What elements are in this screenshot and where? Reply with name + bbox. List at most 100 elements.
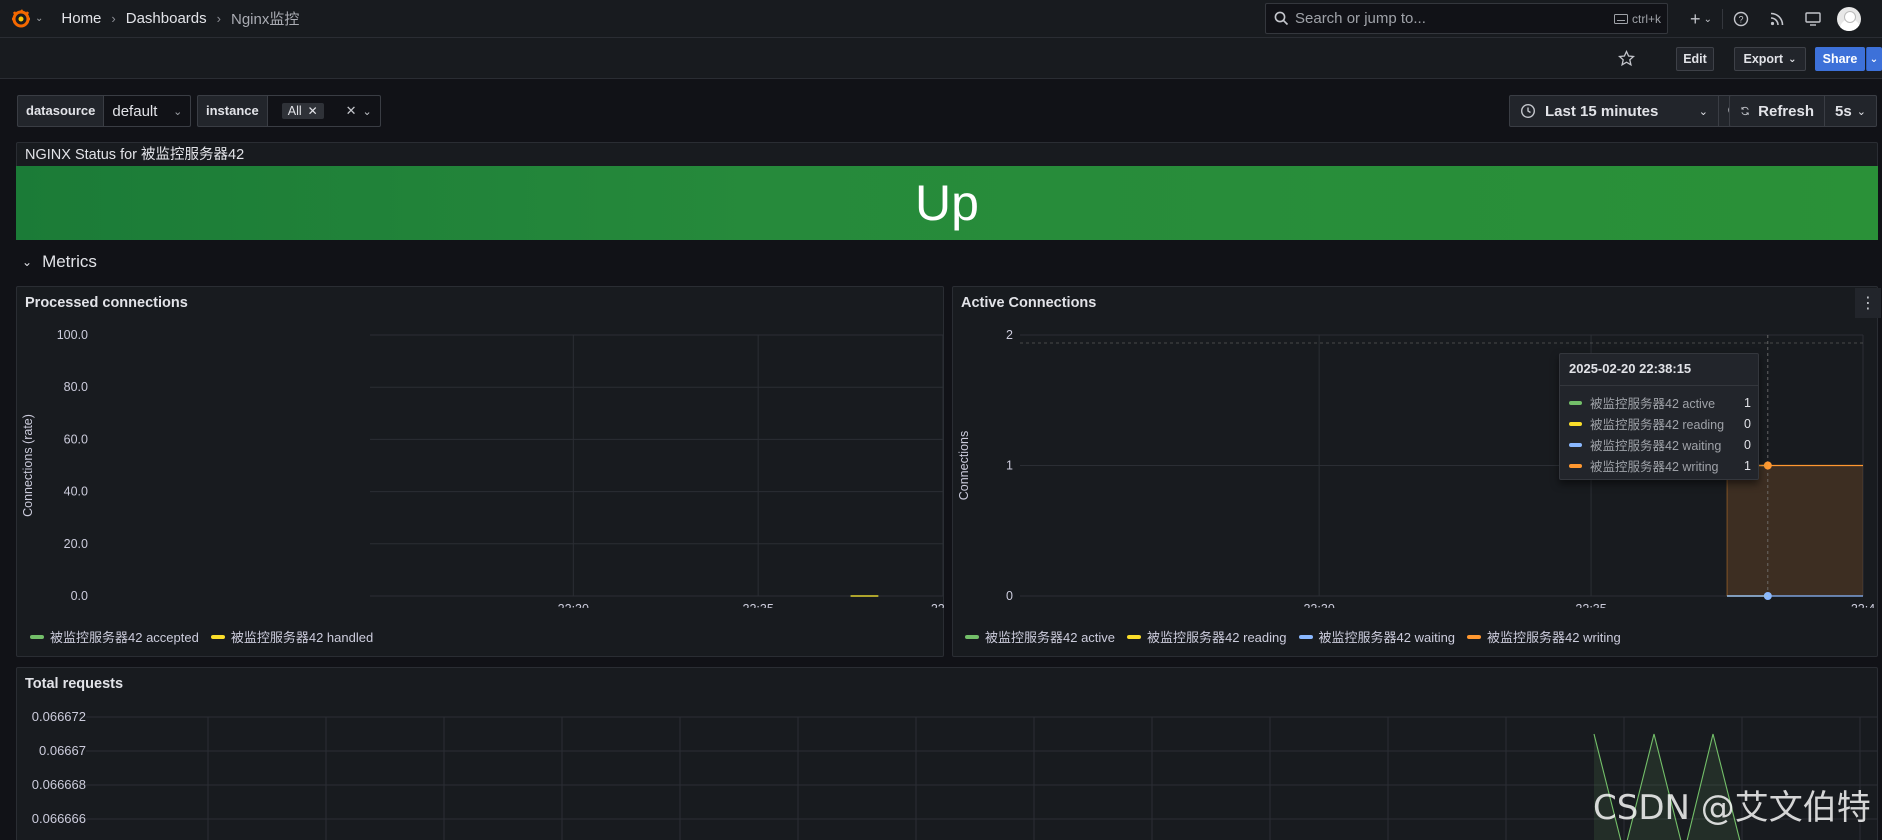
legend-swatch [1467, 634, 1482, 639]
monitor-icon [1805, 12, 1821, 26]
x-tick-label: 22:35 [1575, 602, 1606, 608]
help-button[interactable]: ? [1723, 0, 1759, 38]
instance-select[interactable]: All ✕ ✕ ⌄ [266, 95, 381, 127]
instance-variable: instance All ✕ ✕ ⌄ [197, 95, 381, 127]
status-stat: Up [16, 166, 1878, 240]
panel-title: Total requests [25, 676, 124, 692]
legend-item[interactable]: 被监控服务器42 accepted [30, 627, 199, 646]
search-placeholder: Search or jump to... [1295, 10, 1426, 27]
search-icon [1274, 11, 1289, 26]
tooltip-row: 被监控服务器42 reading 0 [1569, 414, 1751, 433]
new-menu-button[interactable]: + ⌄ [1680, 0, 1722, 38]
panel-menu-button[interactable]: ⋮ [1855, 288, 1881, 318]
help-icon: ? [1733, 11, 1749, 27]
refresh-button[interactable]: Refresh [1729, 95, 1825, 127]
chevron-down-icon: ⌄ [173, 105, 183, 118]
chevron-down-icon: ⌄ [22, 255, 33, 269]
panel-title: Processed connections [25, 295, 188, 311]
datasource-select[interactable]: default ⌄ [103, 95, 192, 127]
star-icon[interactable] [1618, 50, 1635, 67]
time-range-label: Last 15 minutes [1545, 102, 1659, 120]
chart-tooltip: 2025-02-20 22:38:15 被监控服务器42 active 1 被监控… [1559, 353, 1759, 480]
kiosk-button[interactable] [1795, 0, 1831, 38]
tooltip-swatch [1569, 421, 1582, 426]
legend-swatch [30, 634, 44, 639]
more-vertical-icon: ⋮ [1860, 295, 1876, 312]
tooltip-time: 2025-02-20 22:38:15 [1569, 361, 1692, 376]
y-tick-label: 0.066672 [32, 709, 86, 724]
breadcrumb-home[interactable]: Home [61, 10, 101, 27]
series-area [1727, 465, 1863, 596]
chevron-down-icon[interactable]: ⌄ [35, 13, 43, 24]
y-tick-label: 0.066668 [32, 777, 86, 792]
chevron-down-icon: ⌄ [1698, 105, 1708, 118]
export-label: Export [1743, 52, 1784, 66]
y-tick-label: 80.0 [64, 380, 88, 394]
x-tick-label: 22:4 [1851, 602, 1875, 608]
close-icon[interactable]: ✕ [308, 104, 318, 118]
legend-swatch [210, 634, 225, 639]
tooltip-value: 1 [1744, 395, 1751, 410]
share-button[interactable]: Share [1815, 47, 1865, 71]
chevron-down-icon: ⌄ [1869, 53, 1879, 65]
edit-button[interactable]: Edit [1676, 47, 1714, 71]
refresh-picker: Refresh 5s ⌄ [1729, 95, 1877, 127]
processed-legend: 被监控服务器42 accepted 被监控服务器42 handled [30, 627, 373, 646]
breadcrumb-dashboards[interactable]: Dashboards [126, 10, 207, 27]
nav-actions: + ⌄ ? [1680, 0, 1861, 38]
legend-item[interactable]: 被监控服务器42 reading [1127, 627, 1287, 646]
tooltip-value: 0 [1744, 437, 1751, 452]
legend-item[interactable]: 被监控服务器42 writing [1467, 627, 1621, 646]
svg-text:?: ? [1738, 15, 1743, 25]
legend-label: 被监控服务器42 active [985, 630, 1116, 645]
variable-label: datasource [17, 95, 104, 127]
chevron-down-icon: ⌄ [362, 105, 372, 118]
legend-label: 被监控服务器42 writing [1487, 630, 1621, 645]
keyboard-icon [1613, 13, 1628, 24]
export-button[interactable]: Export ⌄ [1734, 47, 1806, 71]
tooltip-swatch [1569, 400, 1582, 405]
chip-label: All [287, 104, 302, 118]
tooltip-row: 被监控服务器42 active 1 [1569, 393, 1751, 412]
y-tick-label: 0 [1006, 589, 1013, 603]
chevron-down-icon: ⌄ [1856, 105, 1866, 118]
news-button[interactable] [1759, 0, 1795, 38]
status-panel-title: NGINX Status for 被监控服务器42 [25, 147, 245, 163]
y-tick-label: 0.06667 [39, 743, 86, 758]
chevron-down-icon: ⌄ [1788, 53, 1797, 65]
breadcrumb: Home › Dashboards › Nginx监控 [61, 8, 299, 29]
chevron-down-icon: ⌄ [1703, 13, 1712, 25]
user-avatar[interactable] [1837, 7, 1861, 31]
legend-item[interactable]: 被监控服务器42 active [965, 627, 1115, 646]
grafana-logo-icon[interactable] [10, 8, 32, 30]
share-dropdown-button[interactable]: ⌄ [1866, 47, 1882, 71]
tooltip-series: 被监控服务器42 active [1590, 397, 1716, 411]
processed-chart[interactable]: 100.0 80.0 60.0 40.0 20.0 0.0 22:30 22:35 22:4 Co… [16, 318, 944, 608]
clear-icon[interactable]: ✕ [346, 103, 357, 119]
tooltip-swatch [1569, 463, 1582, 468]
legend-label: 被监控服务器42 accepted [50, 630, 199, 645]
top-nav: ⌄ Home › Dashboards › Nginx监控 Search or … [0, 0, 1882, 38]
x-tick-label: 22:35 [743, 602, 774, 608]
refresh-label: Refresh [1758, 102, 1814, 120]
y-tick-label: 40.0 [64, 485, 88, 499]
search-input[interactable]: Search or jump to... ctrl+k [1265, 3, 1668, 34]
legend-item[interactable]: 被监控服务器42 handled [210, 627, 374, 646]
refresh-icon [1741, 106, 1749, 116]
refresh-interval-select[interactable]: 5s ⌄ [1825, 95, 1877, 127]
refresh-interval-label: 5s [1835, 102, 1852, 120]
tooltip-series: 被监控服务器42 waiting [1590, 439, 1722, 453]
time-range-button[interactable]: Last 15 minutes ⌄ [1509, 95, 1719, 127]
y-tick-label: 2 [1006, 328, 1013, 342]
tooltip-series: 被监控服务器42 reading [1590, 418, 1725, 432]
instance-chip[interactable]: All ✕ [281, 103, 324, 119]
plus-icon: + [1690, 8, 1701, 29]
row-header-metrics[interactable]: ⌄ Metrics [22, 252, 97, 272]
legend-label: 被监控服务器42 waiting [1318, 630, 1456, 645]
legend-item[interactable]: 被监控服务器42 waiting [1298, 627, 1456, 646]
x-tick-label: 22:30 [1303, 602, 1334, 608]
shortcut-label: ctrl+k [1631, 11, 1661, 26]
status-value: Up [915, 175, 979, 231]
divider [1560, 385, 1758, 386]
legend-label: 被监控服务器42 handled [230, 630, 374, 645]
